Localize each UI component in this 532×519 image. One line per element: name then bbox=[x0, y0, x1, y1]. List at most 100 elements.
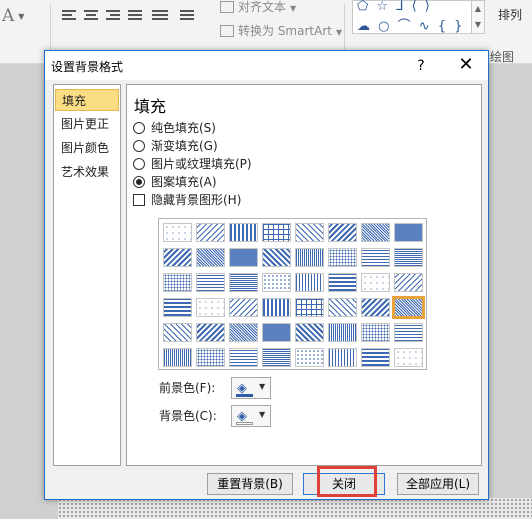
pattern-swatch[interactable] bbox=[361, 298, 390, 317]
ribbon-divider bbox=[344, 4, 345, 54]
pattern-swatch[interactable] bbox=[394, 323, 423, 342]
pattern-swatch[interactable] bbox=[196, 348, 225, 367]
pattern-fill-option[interactable]: 图案填充(A) bbox=[133, 174, 217, 190]
pattern-swatch[interactable] bbox=[229, 348, 258, 367]
picture-texture-fill-option[interactable]: 图片或纹理填充(P) bbox=[133, 156, 252, 172]
radio-picture-fill[interactable] bbox=[133, 158, 145, 170]
pattern-swatch[interactable] bbox=[229, 323, 258, 342]
align-left-icon[interactable] bbox=[62, 10, 78, 24]
pattern-swatch[interactable] bbox=[163, 348, 192, 367]
align-right-icon[interactable] bbox=[106, 10, 122, 24]
dialog-title-bar[interactable]: 设置背景格式 ? ✕ bbox=[45, 51, 488, 80]
pattern-swatch[interactable] bbox=[196, 248, 225, 267]
pattern-swatch[interactable] bbox=[361, 223, 390, 242]
pattern-swatch[interactable] bbox=[196, 323, 225, 342]
pattern-swatch[interactable] bbox=[394, 273, 423, 292]
font-color-button[interactable]: A ▼ bbox=[2, 6, 50, 32]
pattern-swatch[interactable] bbox=[262, 248, 291, 267]
pattern-swatch[interactable] bbox=[262, 348, 291, 367]
shapes-gallery[interactable]: ⬠ ☆ ⅃ ⟨ ⟩ ☁ ○ ⌒ ∿ { } bbox=[352, 0, 472, 34]
hide-background-graphics-option[interactable]: 隐藏背景图形(H) bbox=[133, 192, 241, 208]
pattern-swatch[interactable] bbox=[392, 296, 425, 319]
nav-item-picture-color[interactable]: 图片颜色 bbox=[55, 137, 119, 159]
pattern-swatch[interactable] bbox=[229, 223, 258, 242]
reset-background-button[interactable]: 重置背景(B) bbox=[207, 473, 293, 495]
columns-icon[interactable] bbox=[180, 10, 196, 24]
foreground-color-button[interactable]: ◈ ▼ bbox=[231, 377, 271, 399]
align-center-icon[interactable] bbox=[84, 10, 100, 24]
nav-item-picture-corrections[interactable]: 图片更正 bbox=[55, 113, 119, 135]
pattern-swatch[interactable] bbox=[163, 323, 192, 342]
close-button[interactable]: 关闭 bbox=[303, 473, 385, 495]
pattern-swatch[interactable] bbox=[361, 323, 390, 342]
hide-background-checkbox[interactable] bbox=[133, 194, 145, 206]
pattern-swatch[interactable] bbox=[328, 273, 357, 292]
pattern-swatch[interactable] bbox=[328, 348, 357, 367]
help-icon[interactable]: ? bbox=[411, 56, 431, 76]
pattern-swatch[interactable] bbox=[163, 298, 192, 317]
solid-fill-option[interactable]: 纯色填充(S) bbox=[133, 120, 216, 136]
align-text-button[interactable]: 对齐文本 ▼ bbox=[220, 0, 296, 15]
pattern-swatch[interactable] bbox=[361, 348, 390, 367]
pattern-swatch[interactable] bbox=[394, 248, 423, 267]
format-background-dialog: 设置背景格式 ? ✕ 填充 图片更正 图片颜色 艺术效果 填充 纯色填充(S) … bbox=[44, 50, 489, 500]
distributed-icon[interactable] bbox=[152, 10, 168, 24]
pattern-swatch[interactable] bbox=[361, 248, 390, 267]
smartart-icon bbox=[220, 25, 234, 37]
nav-item-fill[interactable]: 填充 bbox=[55, 89, 119, 111]
close-icon[interactable]: ✕ bbox=[453, 54, 479, 76]
pattern-swatch[interactable] bbox=[295, 298, 324, 317]
pattern-swatch[interactable] bbox=[262, 298, 291, 317]
pattern-swatch[interactable] bbox=[295, 348, 324, 367]
pattern-swatch[interactable] bbox=[229, 298, 258, 317]
background-swatch bbox=[236, 422, 253, 425]
pattern-swatch[interactable] bbox=[394, 348, 423, 367]
pattern-swatch[interactable] bbox=[295, 223, 324, 242]
shapes-scroll-button[interactable]: ▲ ▼ bbox=[471, 0, 485, 34]
chevron-down-icon: ▼ bbox=[259, 382, 266, 391]
fill-panel: 填充 纯色填充(S) 渐变填充(G) 图片或纹理填充(P) 图案填充(A) 隐藏… bbox=[126, 84, 482, 466]
convert-smartart-button[interactable]: 转换为 SmartArt ▼ bbox=[220, 22, 342, 39]
radio-pattern-fill[interactable] bbox=[133, 176, 145, 188]
background-color-button[interactable]: ◈ ▼ bbox=[231, 405, 271, 427]
pattern-swatch[interactable] bbox=[361, 273, 390, 292]
gradient-fill-option[interactable]: 渐变填充(G) bbox=[133, 138, 218, 154]
pattern-swatch[interactable] bbox=[295, 323, 324, 342]
chevron-down-icon[interactable]: ▼ bbox=[18, 12, 24, 21]
font-letter: A bbox=[2, 6, 15, 26]
pattern-swatch[interactable] bbox=[262, 273, 291, 292]
pattern-swatch[interactable] bbox=[196, 298, 225, 317]
pattern-swatch[interactable] bbox=[328, 298, 357, 317]
pattern-swatch[interactable] bbox=[295, 248, 324, 267]
apply-to-all-button[interactable]: 全部应用(L) bbox=[397, 473, 479, 495]
pattern-swatch[interactable] bbox=[295, 273, 324, 292]
nav-item-artistic-effects[interactable]: 艺术效果 bbox=[55, 161, 119, 183]
radio-gradient-fill[interactable] bbox=[133, 140, 145, 152]
dialog-title: 设置背景格式 bbox=[51, 60, 124, 74]
pattern-swatch[interactable] bbox=[163, 273, 192, 292]
arrange-button[interactable]: 排列 bbox=[498, 6, 522, 23]
radio-solid-fill[interactable] bbox=[133, 122, 145, 134]
chevron-down-icon: ▼ bbox=[259, 410, 266, 419]
pattern-swatch[interactable] bbox=[229, 273, 258, 292]
background-color-label: 背景色(C): bbox=[159, 409, 217, 423]
pattern-swatch[interactable] bbox=[196, 273, 225, 292]
pattern-swatch[interactable] bbox=[328, 323, 357, 342]
pattern-swatch[interactable] bbox=[262, 323, 291, 342]
pattern-swatch[interactable] bbox=[163, 223, 192, 242]
pattern-swatch[interactable] bbox=[394, 223, 423, 242]
pattern-gallery bbox=[158, 218, 427, 370]
pattern-swatch[interactable] bbox=[163, 248, 192, 267]
shapes-row-1[interactable]: ⬠ ☆ ⅃ ⟨ ⟩ bbox=[357, 0, 432, 14]
drawing-group-label: 绘图 bbox=[490, 50, 515, 64]
justify-icon[interactable] bbox=[128, 10, 144, 24]
ribbon-divider bbox=[50, 4, 51, 54]
foreground-swatch bbox=[236, 394, 253, 397]
pattern-swatch[interactable] bbox=[229, 248, 258, 267]
pattern-swatch[interactable] bbox=[196, 223, 225, 242]
pattern-swatch[interactable] bbox=[262, 223, 291, 242]
pattern-swatch[interactable] bbox=[328, 223, 357, 242]
pattern-swatch[interactable] bbox=[328, 248, 357, 267]
shapes-row-2[interactable]: ☁ ○ ⌒ ∿ { } bbox=[357, 15, 464, 34]
slide-background-preview bbox=[58, 498, 532, 519]
